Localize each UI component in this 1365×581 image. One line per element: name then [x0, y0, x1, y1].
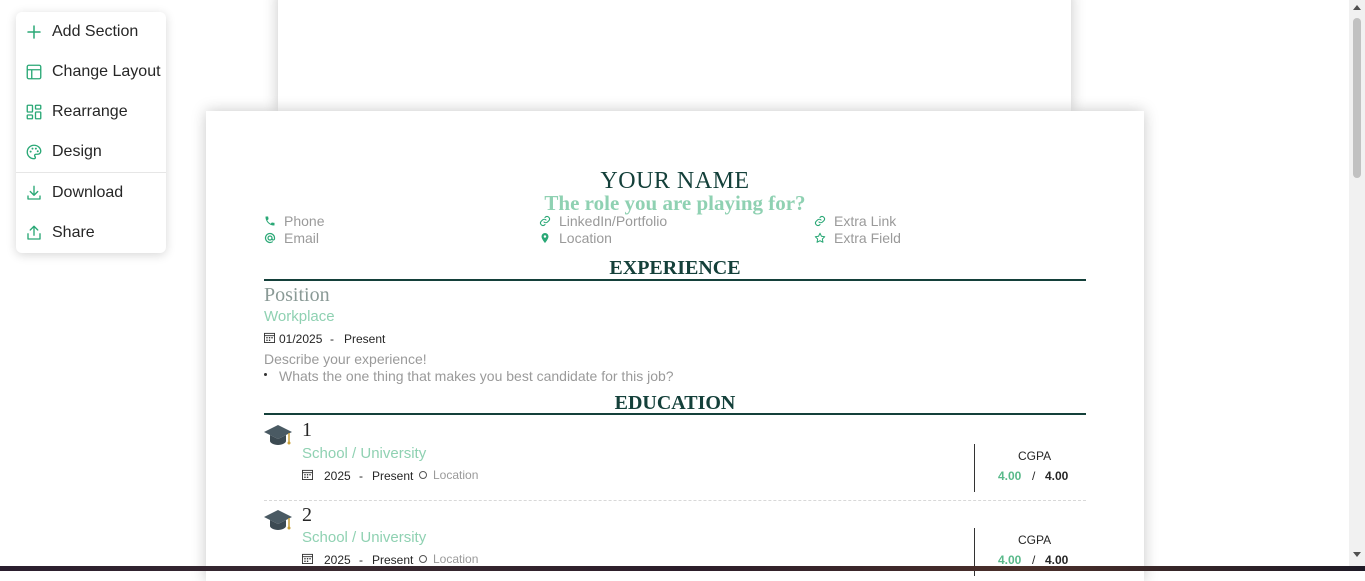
education-divider: [264, 500, 1086, 501]
map-pin-icon: [541, 233, 549, 243]
calendar-icon: [302, 469, 313, 480]
phone-icon: [265, 216, 275, 226]
menu-item-label: Share: [52, 224, 95, 241]
share-button[interactable]: Share: [16, 215, 166, 251]
menu-item-label: Design: [52, 143, 102, 160]
menu-divider: [16, 172, 166, 173]
menu-item-label: Add Section: [52, 23, 139, 40]
experience-start-date: 01/2025: [279, 332, 323, 346]
share-icon: [27, 225, 41, 240]
gpa-max[interactable]: 4.00: [1045, 553, 1068, 567]
link-icon: [539, 215, 551, 227]
resume-page: YOUR NAME The role you are playing for? …: [206, 111, 1144, 581]
graduation-cap-icon: [264, 425, 292, 445]
change-layout-button[interactable]: Change Layout: [16, 54, 166, 90]
education-number[interactable]: 2: [302, 504, 312, 527]
add-section-button[interactable]: Add Section: [16, 14, 166, 50]
contact-linkedin-text: LinkedIn/Portfolio: [559, 213, 668, 229]
palette-icon: [26, 144, 42, 160]
link-icon: [814, 215, 826, 227]
date-separator: -: [359, 469, 363, 483]
gpa-max[interactable]: 4.00: [1045, 469, 1068, 483]
experience-position[interactable]: Position: [264, 284, 330, 307]
education-number[interactable]: 1: [302, 419, 312, 442]
vertical-scrollbar[interactable]: [1349, 0, 1365, 571]
design-button[interactable]: Design: [16, 134, 166, 170]
contact-location-text: Location: [559, 230, 612, 246]
bullet-dot: [264, 373, 267, 376]
gpa-slash: /: [1032, 469, 1036, 483]
date-separator: -: [359, 553, 363, 567]
education-rule: [264, 413, 1086, 415]
gpa-value[interactable]: 4.00: [998, 469, 1021, 483]
date-separator: -: [330, 332, 334, 346]
menu-item-label: Download: [52, 184, 124, 201]
gpa-divider: [974, 444, 975, 492]
download-button[interactable]: Download: [16, 175, 166, 211]
experience-rule: [264, 279, 1086, 281]
gpa-slash: /: [1032, 553, 1036, 567]
calendar-icon: [302, 553, 313, 564]
plus-icon: [27, 25, 41, 39]
editor-menu: Add Section Change Layout Rearrange Desi…: [16, 12, 166, 253]
education-school[interactable]: School / University: [302, 445, 426, 462]
education-end-date: Present: [372, 553, 414, 567]
experience-end-date: Present: [344, 332, 386, 346]
scrollbar-thumb[interactable]: [1353, 18, 1361, 178]
taskbar-edge: [0, 566, 1365, 571]
gpa-label: CGPA: [1018, 449, 1052, 463]
resume-role[interactable]: The role you are playing for?: [206, 191, 1144, 216]
contact-phone-text: Phone: [284, 213, 325, 229]
calendar-icon: [264, 332, 275, 343]
scroll-down-arrow-icon[interactable]: [1353, 552, 1361, 557]
education-location[interactable]: Location: [433, 552, 478, 566]
contact-email-text: Email: [284, 230, 320, 246]
graduation-cap-icon: [264, 510, 292, 530]
location-icon: [419, 471, 427, 479]
contact-extra-link-text: Extra Link: [834, 213, 897, 229]
star-icon: [814, 232, 826, 243]
gpa-value[interactable]: 4.00: [998, 553, 1021, 567]
at-icon: [264, 232, 276, 244]
menu-item-label: Rearrange: [52, 103, 128, 120]
education-start-date: 2025: [324, 553, 351, 567]
layout-icon: [26, 64, 42, 80]
education-location[interactable]: Location: [433, 468, 478, 482]
menu-item-label: Change Layout: [52, 63, 161, 80]
scroll-up-arrow-icon[interactable]: [1353, 5, 1361, 10]
location-icon: [419, 555, 427, 563]
experience-bullet[interactable]: Whats the one thing that makes you best …: [279, 368, 674, 384]
experience-heading[interactable]: EXPERIENCE: [206, 257, 1144, 280]
education-school[interactable]: School / University: [302, 529, 426, 546]
education-heading[interactable]: EDUCATION: [206, 392, 1144, 415]
previous-page: [278, 0, 1071, 111]
contact-extra-field-text: Extra Field: [834, 230, 901, 246]
rearrange-button[interactable]: Rearrange: [16, 94, 166, 130]
experience-workplace[interactable]: Workplace: [264, 308, 335, 325]
education-start-date: 2025: [324, 469, 351, 483]
experience-description[interactable]: Describe your experience!: [264, 351, 427, 367]
rearrange-icon: [26, 104, 42, 120]
gpa-label: CGPA: [1018, 533, 1052, 547]
download-icon: [27, 185, 41, 200]
education-end-date: Present: [372, 469, 414, 483]
